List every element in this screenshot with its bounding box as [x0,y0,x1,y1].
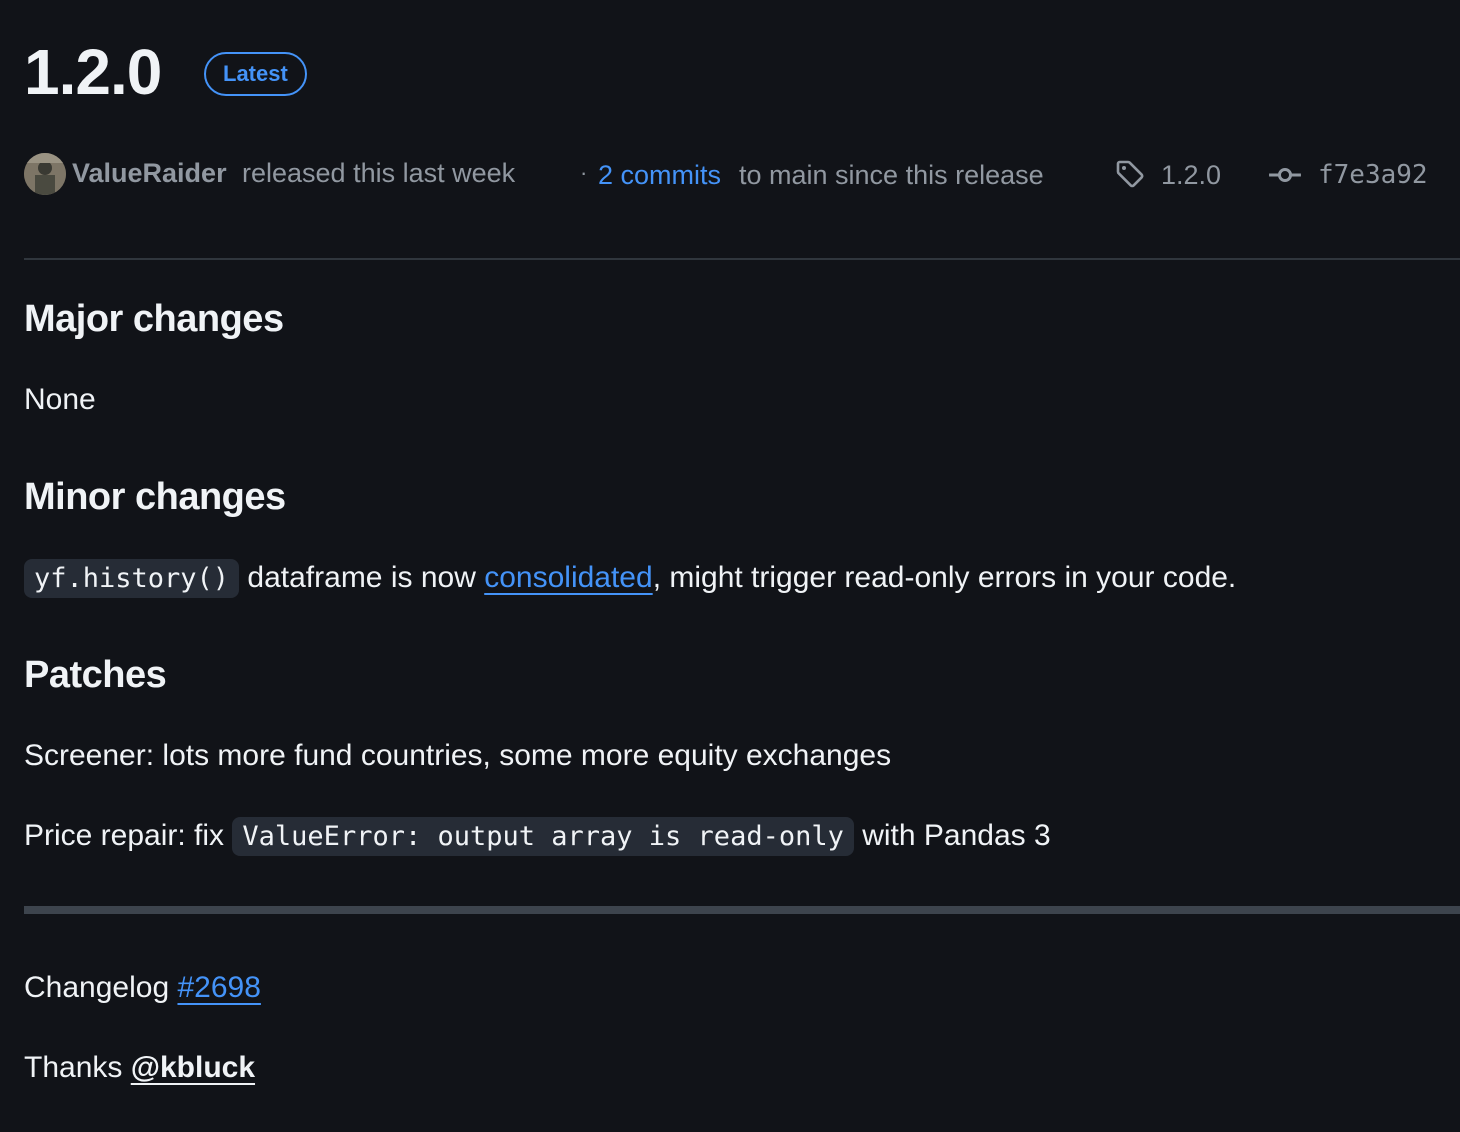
user-mention-link[interactable]: @kbluck [131,1051,255,1084]
text: dataframe is now [247,561,476,594]
release-title: 1.2.0 [24,36,162,108]
patch-item: Price repair: fix ValueError: output arr… [24,814,1051,859]
patches-heading: Patches [24,654,167,696]
commits-suffix: to main since this release [739,160,1044,190]
tag-icon [1116,160,1144,188]
text: , might trigger read-only errors in your… [652,561,1237,594]
released-text: released this last week [242,158,516,188]
minor-changes-heading: Minor changes [24,476,286,518]
patch-item: Screener: lots more fund countries, some… [24,739,892,772]
thanks-label: Thanks [24,1051,123,1084]
commit-icon [1269,167,1301,183]
major-changes-heading: Major changes [24,298,284,340]
changelog-line: Changelog #2698 [24,966,261,1010]
consolidated-link[interactable]: consolidated [484,561,652,594]
author-link[interactable]: ValueRaider [72,158,227,189]
changelog-pr-link[interactable]: #2698 [177,971,260,1004]
text: with Pandas 3 [862,819,1051,852]
tag-link[interactable]: 1.2.0 [1161,160,1221,191]
changelog-label: Changelog [24,971,170,1004]
thanks-line: Thanks @kbluck [24,1046,255,1090]
avatar[interactable] [24,153,66,195]
commit-sha-link[interactable]: f7e3a92 [1318,160,1428,190]
section-divider [24,906,1460,914]
latest-badge: Latest [204,52,307,96]
header-divider [24,258,1460,260]
inline-code: yf.history() [24,559,240,598]
release-meta: ValueRaider released this last week · 2 … [24,150,1444,200]
commits-link[interactable]: 2 commits [598,160,721,191]
meta-separator: · [580,160,588,185]
text: Price repair: fix [24,819,225,852]
inline-code: ValueError: output array is read-only [232,817,854,856]
major-changes-text: None [24,383,96,416]
minor-changes-text: yf.history() dataframe is now consolidat… [24,556,1236,601]
